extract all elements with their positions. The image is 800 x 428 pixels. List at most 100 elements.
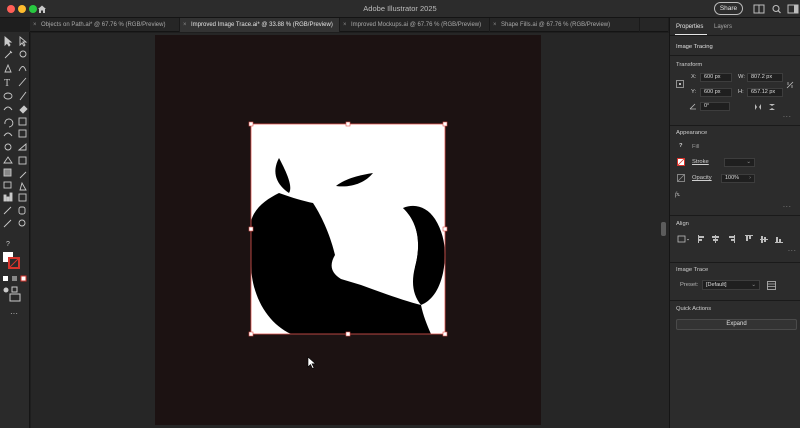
properties-panel: Properties Layers Image Tracing Transfor… xyxy=(669,18,800,428)
divider xyxy=(670,300,800,301)
more-options-icon[interactable]: ··· xyxy=(783,204,792,210)
width-field[interactable]: 807.2 px xyxy=(747,73,783,82)
tools-panel: T ? ··· xyxy=(0,32,30,428)
perspective-grid-icon xyxy=(3,156,13,164)
direct-selection-tool-icon xyxy=(19,36,28,47)
tab-shape-fills[interactable]: × Shape Fills.ai @ 67.76 % (RGB/Preview) xyxy=(490,18,640,32)
divider xyxy=(670,262,800,263)
horizontal-align-left-icon xyxy=(698,235,699,243)
close-tab-icon[interactable]: × xyxy=(183,18,187,32)
align-title: Align xyxy=(676,221,689,227)
width-tool-icon xyxy=(3,132,13,137)
stroke-label[interactable]: Stroke xyxy=(692,159,709,165)
constrain-proportions-icon[interactable] xyxy=(786,81,794,89)
resize-handle xyxy=(248,331,254,337)
color-mode-icon xyxy=(3,276,8,281)
ellipse-tool-icon xyxy=(3,92,13,100)
more-options-icon[interactable]: ··· xyxy=(783,114,792,120)
rotation-field[interactable]: 0° xyxy=(700,102,730,111)
scale-tool-icon xyxy=(18,117,27,126)
edit-toolbar-icon: ··· xyxy=(10,309,18,318)
horizontal-align-right-icon xyxy=(734,235,735,243)
gradient-mode-icon xyxy=(12,276,17,281)
chevron-down-icon[interactable]: ⌄ xyxy=(746,159,751,166)
artboard-tool-icon xyxy=(18,193,27,202)
tab-objects-on-path[interactable]: × Objects on Path.ai* @ 67.76 % (RGB/Pre… xyxy=(30,18,180,32)
stroke-swatch-icon[interactable] xyxy=(677,158,685,166)
arrange-documents-icon[interactable] xyxy=(753,4,765,14)
resize-handle xyxy=(345,331,351,337)
tab-label: Shape Fills.ai @ 67.76 % (RGB/Preview) xyxy=(501,22,611,28)
tab-improved-mockups[interactable]: × Improved Mockups.ai @ 67.76 % (RGB/Pre… xyxy=(340,18,490,32)
height-field[interactable]: 657.12 px xyxy=(747,88,783,97)
tab-improved-image-trace[interactable]: × Improved Image Trace.ai* @ 33.88 % (RG… xyxy=(180,18,340,32)
close-tab-icon[interactable]: × xyxy=(343,18,347,32)
canvas-area[interactable] xyxy=(31,33,669,428)
type-tool-icon: T xyxy=(4,78,10,89)
chevron-right-icon[interactable]: › xyxy=(749,175,751,182)
resize-handle xyxy=(248,121,254,127)
align-to-selection-icon xyxy=(677,235,686,243)
preset-value: [Default] xyxy=(706,282,727,288)
divider xyxy=(670,125,800,126)
resize-handle xyxy=(442,226,448,232)
paintbrush-tool-icon xyxy=(19,91,27,101)
y-field[interactable]: 600 px xyxy=(700,88,732,97)
effects-label[interactable]: fx. xyxy=(675,192,681,198)
chevron-down-icon[interactable]: ⌄ xyxy=(751,281,756,289)
canvas xyxy=(155,35,541,425)
image-trace-panel-icon[interactable] xyxy=(767,281,776,290)
draw-mode-icon xyxy=(3,287,9,293)
quick-actions-title: Quick Actions xyxy=(676,306,712,312)
slice-tool-icon xyxy=(3,206,12,215)
draw-inside-icon xyxy=(11,286,18,293)
close-tab-icon[interactable]: × xyxy=(493,18,497,32)
x-field[interactable]: 600 px xyxy=(700,73,732,82)
close-tab-icon[interactable]: × xyxy=(33,18,37,32)
share-button[interactable]: Share xyxy=(714,2,743,15)
vertical-align-bottom-icon xyxy=(775,242,783,243)
flip-vertical-icon[interactable] xyxy=(768,103,776,111)
y-label: Y: xyxy=(691,89,697,95)
stroke-weight-field[interactable]: ⌄ xyxy=(724,158,755,167)
app-title: Adobe Illustrator 2025 xyxy=(363,4,437,13)
vertical-scrollbar[interactable] xyxy=(661,222,666,236)
tab-layers[interactable]: Layers xyxy=(714,24,732,30)
hand-tool-icon xyxy=(18,206,26,215)
image-trace-title: Image Trace xyxy=(676,267,709,273)
fill-unknown-icon[interactable]: ? xyxy=(679,143,683,149)
opacity-field[interactable]: 100% › xyxy=(721,174,755,183)
shape-builder-icon xyxy=(4,143,12,151)
opacity-value: 100% xyxy=(725,175,740,181)
help-icon: ? xyxy=(6,241,10,248)
more-options-icon[interactable]: ··· xyxy=(788,248,797,254)
x-label: X: xyxy=(691,74,697,80)
rotate-tool-icon xyxy=(4,118,14,128)
screen-mode-icon xyxy=(9,293,21,302)
workspace-switcher-icon[interactable] xyxy=(787,4,799,14)
fill-label: Fill xyxy=(692,144,700,150)
graph-tool-icon xyxy=(3,194,7,202)
w-label: W: xyxy=(738,74,745,80)
flip-horizontal-icon[interactable] xyxy=(754,103,762,111)
selection-tool-icon xyxy=(4,36,13,47)
opacity-label[interactable]: Opacity xyxy=(692,175,712,181)
preset-label: Preset: xyxy=(680,282,699,288)
search-icon[interactable] xyxy=(771,4,783,14)
reference-point-icon[interactable] xyxy=(676,80,684,88)
placed-image[interactable] xyxy=(251,124,445,334)
opacity-icon xyxy=(677,174,685,182)
vertical-align-top-icon xyxy=(745,235,753,236)
title-bar: Adobe Illustrator 2025 Share xyxy=(0,0,800,18)
eyedropper-tool-icon xyxy=(19,171,27,179)
mesh-tool-icon xyxy=(18,156,27,165)
tab-label: Objects on Path.ai* @ 67.76 % (RGB/Previ… xyxy=(41,22,166,28)
preset-dropdown[interactable]: [Default] ⌄ xyxy=(702,280,760,290)
angle-icon xyxy=(689,103,696,110)
tab-properties[interactable]: Properties xyxy=(676,24,703,30)
expand-button[interactable]: Expand xyxy=(676,319,797,330)
divider xyxy=(670,55,800,56)
resize-handle xyxy=(345,121,351,127)
appearance-title: Appearance xyxy=(676,130,708,136)
line-tool-icon xyxy=(18,77,27,87)
